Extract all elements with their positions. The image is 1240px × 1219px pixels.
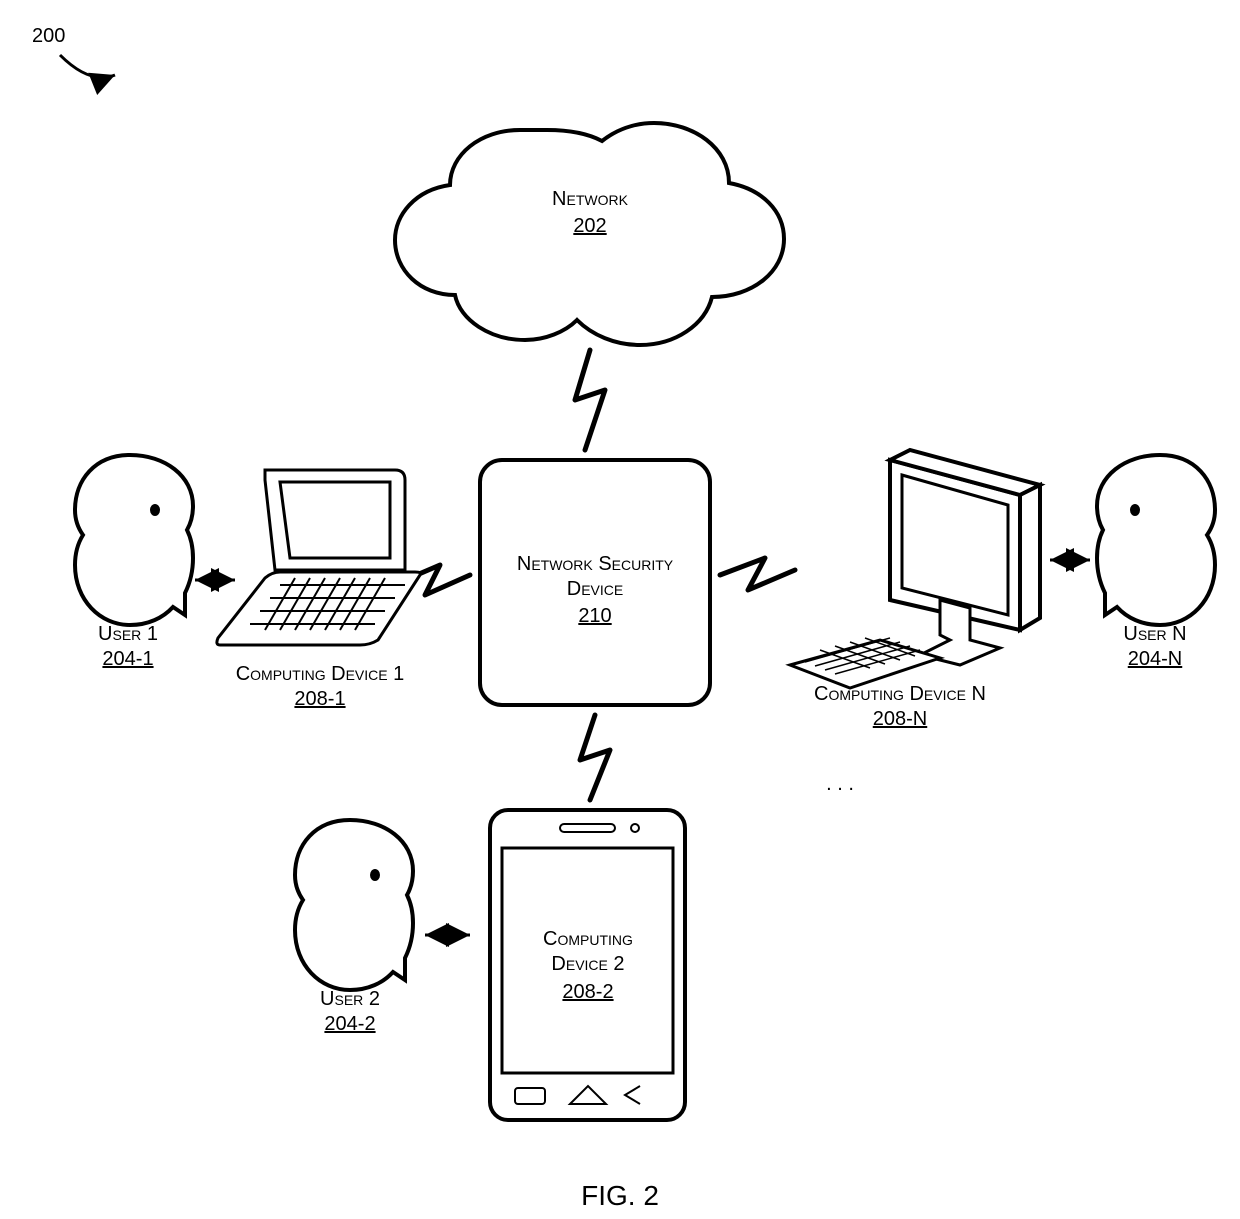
lightning-bottom (580, 715, 610, 800)
device2-label2: Device 2 (551, 953, 624, 975)
userN-ref: 204-N (1128, 648, 1182, 670)
figure-ref-text: 200 (32, 25, 65, 47)
desktop-icon (790, 450, 1040, 688)
user2-icon (295, 820, 413, 990)
device2-label1: Computing (543, 928, 633, 950)
device1-ref: 208-1 (294, 688, 345, 710)
laptop-icon (217, 470, 421, 645)
figure-caption: FIG. 2 (581, 1180, 659, 1211)
userN-icon (1097, 455, 1215, 625)
deviceN-ref: 208-N (873, 708, 927, 730)
lightning-right (720, 558, 795, 590)
diagram-canvas: 200 Network 202 Network Security Device … (0, 0, 1240, 1219)
center-label2: Device (567, 578, 623, 600)
user2-ref: 204-2 (324, 1013, 375, 1035)
user2-label: User 2 (320, 988, 380, 1010)
user1-label: User 1 (98, 623, 158, 645)
userN-label: User N (1123, 623, 1186, 645)
center-ref: 210 (578, 605, 611, 627)
user1-ref: 204-1 (102, 648, 153, 670)
cloud-ref: 202 (573, 215, 606, 237)
cloud-label: Network (552, 188, 629, 210)
network-cloud: Network 202 (395, 123, 784, 345)
deviceN-label: Computing Device N (814, 683, 986, 705)
device2-ref: 208-2 (562, 981, 613, 1003)
lightning-top (575, 350, 605, 450)
ellipsis: . . . (826, 773, 854, 795)
smartphone-icon: Computing Device 2 208-2 (490, 810, 685, 1120)
figure-ref: 200 (32, 25, 115, 78)
device1-label: Computing Device 1 (236, 663, 405, 685)
center-label1: Network Security (517, 553, 674, 575)
user1-icon (75, 455, 193, 625)
network-security-device: Network Security Device 210 (480, 460, 710, 705)
